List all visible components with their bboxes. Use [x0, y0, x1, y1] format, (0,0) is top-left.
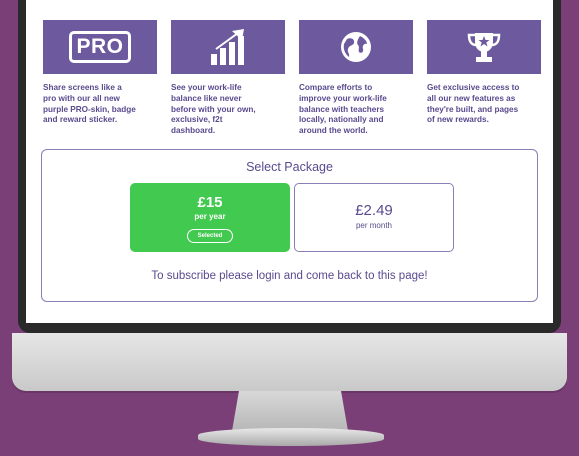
package-title: Select Package — [246, 160, 333, 174]
feature-compare: Compare efforts to improve your work-lif… — [299, 20, 413, 137]
feature-tile-pro: PRO — [43, 20, 157, 74]
feature-tile-rewards — [427, 20, 541, 74]
monitor-stand — [232, 391, 348, 431]
package-yearly-option[interactable]: £15 per year Selected — [130, 183, 290, 252]
package-period: per year — [194, 212, 226, 221]
feature-rewards: Get exclusive access to all our new feat… — [427, 20, 541, 126]
package-price: £2.49 — [355, 202, 393, 219]
pro-badge-icon: PRO — [69, 31, 131, 63]
feature-description: Get exclusive access to all our new feat… — [427, 83, 520, 125]
feature-tile-compare — [299, 20, 413, 74]
globe-icon — [341, 32, 371, 62]
feature-pro: PRO Share screens like a pro with our al… — [43, 20, 157, 126]
package-panel: Select Package £15 per year Selected £2.… — [41, 149, 538, 302]
feature-description: Share screens like a pro with our all ne… — [43, 83, 136, 125]
selected-badge: Selected — [186, 229, 234, 243]
feature-description: See your work-life balance like never be… — [171, 83, 256, 136]
monitor-screen: PRO Share screens like a pro with our al… — [26, 0, 553, 323]
package-period: per month — [355, 221, 393, 230]
bar-chart-icon — [211, 29, 244, 65]
feature-dashboard: See your work-life balance like never be… — [171, 20, 285, 137]
trophy-icon — [467, 33, 501, 62]
subscribe-note: To subscribe please login and come back … — [151, 270, 428, 282]
feature-description: Compare efforts to improve your work-lif… — [299, 83, 387, 136]
feature-tile-dashboard — [171, 20, 285, 74]
monitor-stand-base — [198, 428, 384, 446]
package-monthly-option[interactable]: £2.49 per month — [294, 183, 454, 252]
package-price: £15 — [197, 194, 223, 211]
monitor-chin — [12, 333, 567, 391]
